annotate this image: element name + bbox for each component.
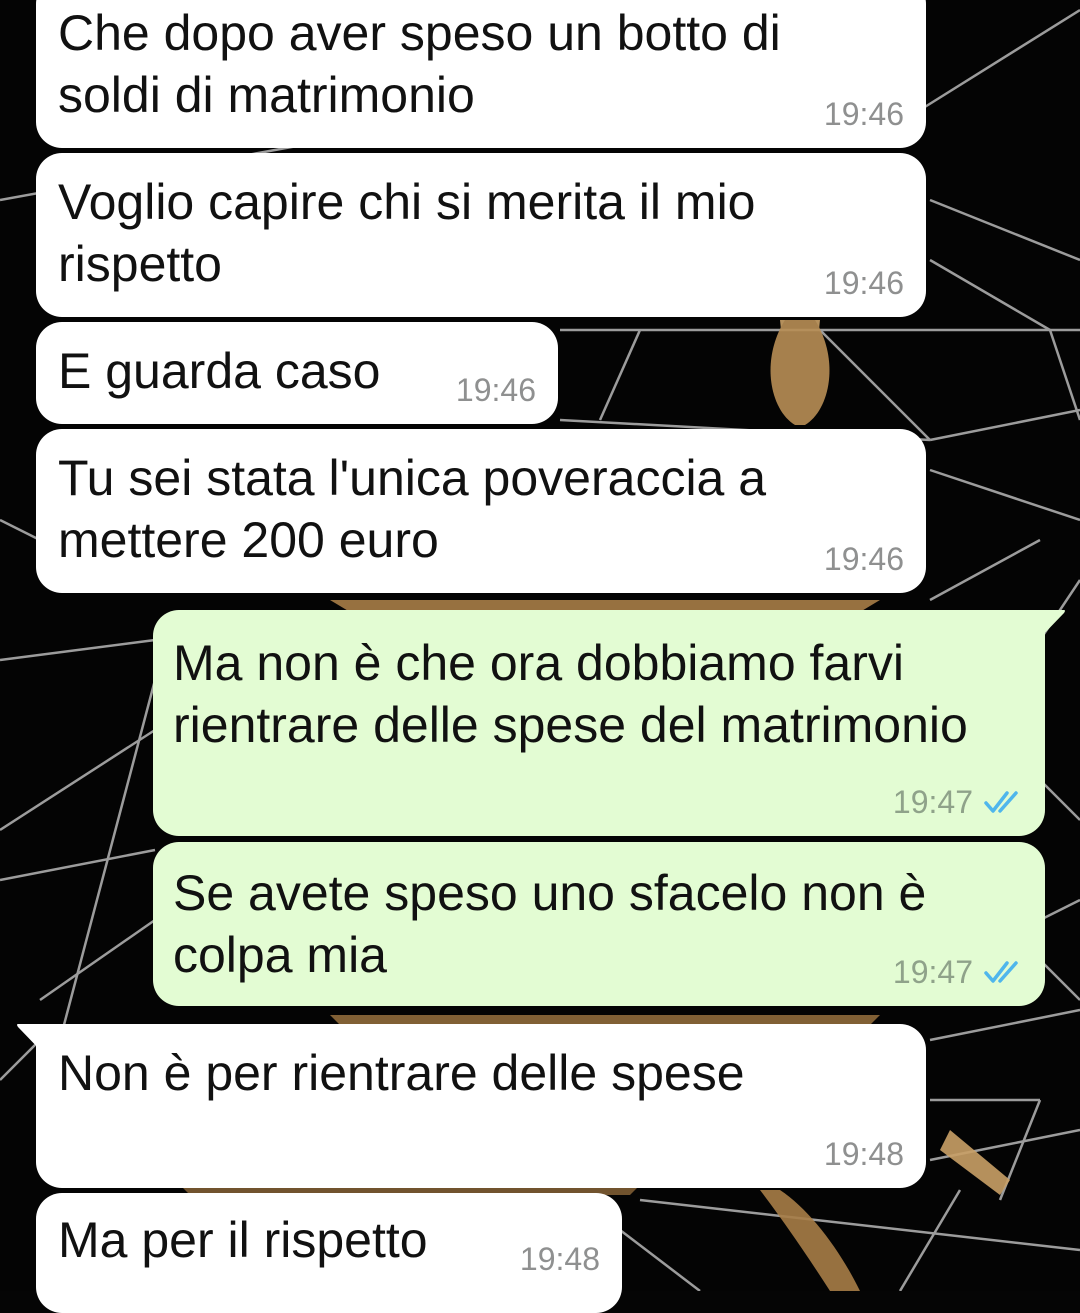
- message-timestamp: 19:46: [823, 96, 904, 132]
- double-check-read-icon: [984, 791, 1018, 813]
- message-text-line: soldi di matrimonio: [58, 67, 475, 123]
- outgoing-message[interactable]: Ma non è che ora dobbiamo farvi rientrar…: [153, 610, 1045, 836]
- incoming-message[interactable]: Che dopo aver speso un botto di soldi di…: [36, 0, 926, 148]
- message-timestamp: 19:46: [823, 265, 904, 301]
- message-text-line: rientrare delle spese del matrimonio: [173, 697, 968, 753]
- incoming-message[interactable]: Non è per rientrare delle spese 19:48: [36, 1024, 926, 1188]
- message-meta: 19:46: [824, 541, 904, 577]
- message-text-line: Voglio capire chi si merita il mio: [58, 174, 756, 230]
- message-text-line: rispetto: [58, 236, 222, 292]
- incoming-message[interactable]: Voglio capire chi si merita il mio rispe…: [36, 153, 926, 317]
- message-text-line: E guarda caso: [58, 343, 381, 399]
- message-meta: 19:46: [824, 96, 904, 132]
- message-text-line: mettere 200 euro: [58, 512, 439, 568]
- message-meta: 19:47: [893, 784, 1023, 820]
- message-meta: 19:46: [456, 372, 536, 408]
- message-timestamp: 19:47: [892, 954, 973, 990]
- incoming-message[interactable]: E guarda caso 19:46: [36, 322, 558, 424]
- message-timestamp: 19:46: [455, 372, 536, 408]
- message-meta: 19:48: [520, 1241, 600, 1277]
- message-meta: 19:48: [824, 1136, 904, 1172]
- message-text-line: Ma non è che ora dobbiamo farvi: [173, 635, 904, 691]
- message-text-line: colpa mia: [173, 927, 387, 983]
- message-meta: 19:46: [824, 265, 904, 301]
- message-timestamp: 19:46: [823, 541, 904, 577]
- message-text-line: Non è per rientrare delle spese: [58, 1045, 745, 1101]
- incoming-message[interactable]: Ma per il rispetto 19:48: [36, 1193, 622, 1313]
- message-timestamp: 19:48: [823, 1136, 904, 1172]
- message-timestamp: 19:48: [519, 1241, 600, 1277]
- double-check-read-icon: [984, 961, 1018, 983]
- outgoing-message[interactable]: Se avete speso uno sfacelo non è colpa m…: [153, 842, 1045, 1006]
- message-timestamp: 19:47: [892, 784, 973, 820]
- message-text-line: Se avete speso uno sfacelo non è: [173, 865, 927, 921]
- message-text-line: Ma per il rispetto: [58, 1212, 428, 1268]
- message-text-line: Tu sei stata l'unica poveraccia a: [58, 450, 767, 506]
- message-text-line: Che dopo aver speso un botto di: [58, 5, 781, 61]
- incoming-message[interactable]: Tu sei stata l'unica poveraccia a metter…: [36, 429, 926, 593]
- message-meta: 19:47: [893, 954, 1023, 990]
